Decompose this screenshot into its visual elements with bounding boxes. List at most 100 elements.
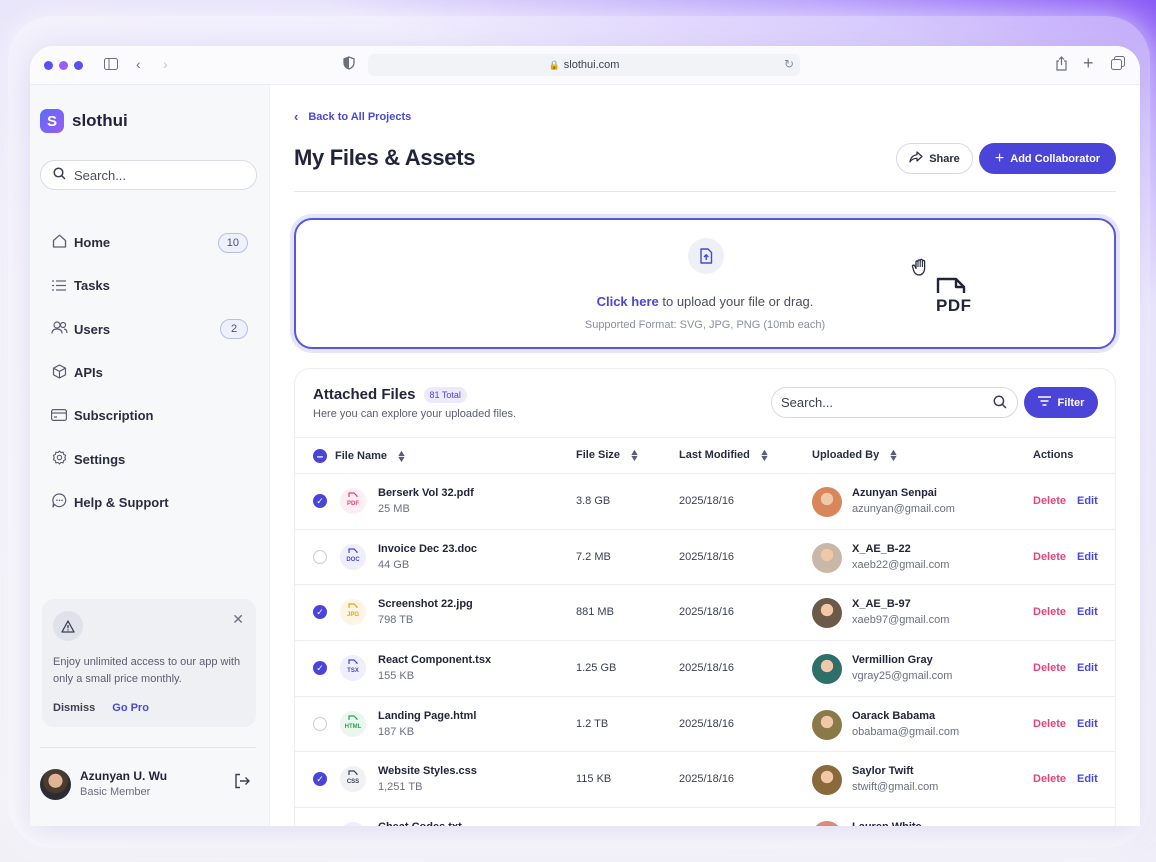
sort-icon[interactable]: ▲ ▼	[759, 448, 770, 463]
column-last-modified[interactable]: Last Modified ▲ ▼	[679, 448, 770, 463]
column-file-size[interactable]: File Size ▲ ▼	[576, 448, 640, 463]
tabs-overview-icon[interactable]	[1111, 56, 1125, 74]
edit-button[interactable]: Edit	[1077, 773, 1098, 785]
sidebar-search-input[interactable]: Search...	[40, 160, 257, 190]
logout-icon[interactable]	[234, 773, 250, 794]
delete-button[interactable]: Delete	[1033, 662, 1066, 674]
attached-files-header: Attached Files 81 Total	[313, 386, 467, 403]
grab-cursor-icon	[911, 256, 935, 284]
column-file-name[interactable]: – File Name ▲ ▼	[313, 449, 407, 464]
table-row[interactable]: HTML Landing Page.html 187 KB 1.2 TB 2025/18…	[295, 697, 1115, 753]
file-name[interactable]: Screenshot 22.jpg	[378, 598, 473, 610]
sidebar-item-settings[interactable]: Settings	[50, 437, 248, 480]
shield-icon[interactable]	[343, 56, 355, 74]
row-checkbox[interactable]: ✓	[313, 772, 327, 787]
window-controls	[44, 60, 83, 70]
select-all-checkbox[interactable]: –	[313, 449, 327, 463]
delete-button[interactable]: Delete	[1033, 773, 1066, 785]
column-uploaded-by[interactable]: Uploaded By ▲ ▼	[812, 448, 899, 463]
avatar	[40, 769, 71, 800]
dismiss-button[interactable]: Dismiss	[53, 702, 95, 714]
upload-dropzone[interactable]: Click here to upload your file or drag. …	[294, 218, 1116, 349]
file-name[interactable]: Cheat Codes.txt	[378, 821, 462, 826]
add-collaborator-button[interactable]: + Add Collaborator	[979, 143, 1116, 174]
table-row[interactable]: ✓ CSS Website Styles.css 1,251 TB 115 KB 2025…	[295, 752, 1115, 809]
avatar	[812, 765, 842, 796]
minimize-dot[interactable]	[59, 60, 68, 70]
file-detail-size: 187 KB	[378, 725, 415, 738]
forward-icon[interactable]: ›	[163, 55, 168, 73]
file-type-label: HTML	[344, 723, 362, 730]
table-row[interactable]: ✓ TSX React Component.tsx 155 KB 1.25 GB 2025…	[295, 641, 1115, 697]
go-pro-button[interactable]: Go Pro	[112, 702, 149, 714]
row-checkbox[interactable]: ✓	[313, 494, 327, 508]
row-checkbox[interactable]: ✓	[313, 605, 327, 620]
sidebar-item-users[interactable]: Users 2	[50, 308, 248, 351]
list-icon	[50, 278, 68, 294]
search-icon	[993, 395, 1007, 412]
row-checkbox[interactable]: ✓	[313, 661, 327, 676]
avatar	[812, 542, 842, 573]
sidebar-item-tasks[interactable]: Tasks	[50, 264, 248, 307]
reload-icon[interactable]: ↻	[784, 57, 794, 71]
back-link[interactable]: ‹ Back to All Projects	[294, 109, 411, 124]
address-bar[interactable]: 🔒 slothui.com ↻	[368, 54, 800, 76]
table-row[interactable]: DOC Invoice Dec 23.doc 44 GB 7.2 MB 2025/18/…	[295, 530, 1115, 586]
dragged-pdf-label: PDF	[936, 296, 972, 315]
logo[interactable]: S slothui	[40, 109, 128, 133]
edit-button[interactable]: Edit	[1077, 551, 1098, 563]
sidebar-toggle-icon[interactable]	[104, 56, 118, 74]
share-label: Share	[929, 152, 960, 165]
uploader-email: azunyan@gmail.com	[852, 503, 955, 515]
sidebar-item-subscription[interactable]: Subscription	[50, 394, 248, 437]
share-page-icon[interactable]	[1055, 56, 1068, 75]
new-tab-icon[interactable]: +	[1083, 54, 1094, 72]
share-button[interactable]: Share	[896, 143, 973, 174]
close-dot[interactable]	[44, 60, 53, 70]
back-icon[interactable]: ‹	[136, 55, 141, 73]
row-checkbox[interactable]	[313, 549, 327, 564]
row-checkbox-wrap: ✓	[313, 661, 327, 676]
last-modified: 2025/18/16	[679, 495, 735, 507]
table-row[interactable]: ✓ JPG Screenshot 22.jpg 798 TB 881 MB 2025/18…	[295, 585, 1115, 642]
edit-button[interactable]: Edit	[1077, 662, 1098, 674]
sidebar-search-placeholder: Search...	[74, 167, 127, 183]
files-search-input[interactable]: Search...	[771, 387, 1018, 418]
logo-mark: S	[40, 109, 64, 133]
delete-button[interactable]: Delete	[1033, 718, 1066, 730]
uploader-email: obabama@gmail.com	[852, 725, 960, 738]
delete-button[interactable]: Delete	[1033, 495, 1066, 507]
filter-button[interactable]: Filter	[1024, 387, 1098, 418]
uploader-name: Vermillion Gray	[852, 654, 933, 667]
file-name[interactable]: React Component.tsx	[378, 654, 491, 666]
maximize-dot[interactable]	[74, 60, 83, 70]
sidebar-item-apis[interactable]: APIs	[50, 351, 248, 394]
uploader-name: Azunyan Senpai	[852, 487, 937, 499]
last-modified: 2025/18/16	[679, 773, 735, 786]
sort-icon[interactable]: ▲ ▼	[629, 448, 640, 463]
edit-button[interactable]: Edit	[1077, 606, 1098, 618]
sort-icon[interactable]: ▲ ▼	[396, 449, 407, 464]
file-name[interactable]: Website Styles.css	[378, 765, 477, 777]
upgrade-promo-card: ✕ Enjoy unlimited access to our app with…	[42, 599, 256, 727]
file-name[interactable]: Berserk Vol 32.pdf	[378, 487, 474, 499]
table-header: – File Name ▲ ▼ File Size ▲ ▼ Last Modifie…	[295, 437, 1115, 474]
table-row[interactable]: ✓ PDF Berserk Vol 32.pdf 25 MB 3.8 GB 2025/18…	[295, 474, 1115, 530]
close-icon[interactable]: ✕	[232, 611, 244, 628]
edit-button[interactable]: Edit	[1077, 495, 1098, 507]
sort-icon[interactable]: ▲ ▼	[888, 448, 899, 463]
table-row[interactable]: TXT Cheat Codes.txt Lauren White	[295, 808, 1115, 826]
uploader-email: vgray25@gmail.com	[852, 670, 953, 683]
sidebar-item-label: Tasks	[74, 278, 110, 294]
file-name[interactable]: Invoice Dec 23.doc	[378, 543, 477, 555]
sidebar-item-help[interactable]: Help & Support	[50, 481, 248, 524]
column-label: Actions	[1033, 449, 1074, 461]
user-profile[interactable]: Azunyan U. Wu Basic Member	[40, 769, 256, 803]
row-checkbox[interactable]	[313, 716, 327, 731]
edit-button[interactable]: Edit	[1077, 718, 1098, 730]
delete-button[interactable]: Delete	[1033, 606, 1066, 618]
delete-button[interactable]: Delete	[1033, 551, 1066, 563]
file-name[interactable]: Landing Page.html	[378, 710, 476, 722]
sidebar-item-home[interactable]: Home 10	[50, 221, 248, 264]
click-here-link[interactable]: Click here	[597, 294, 659, 309]
